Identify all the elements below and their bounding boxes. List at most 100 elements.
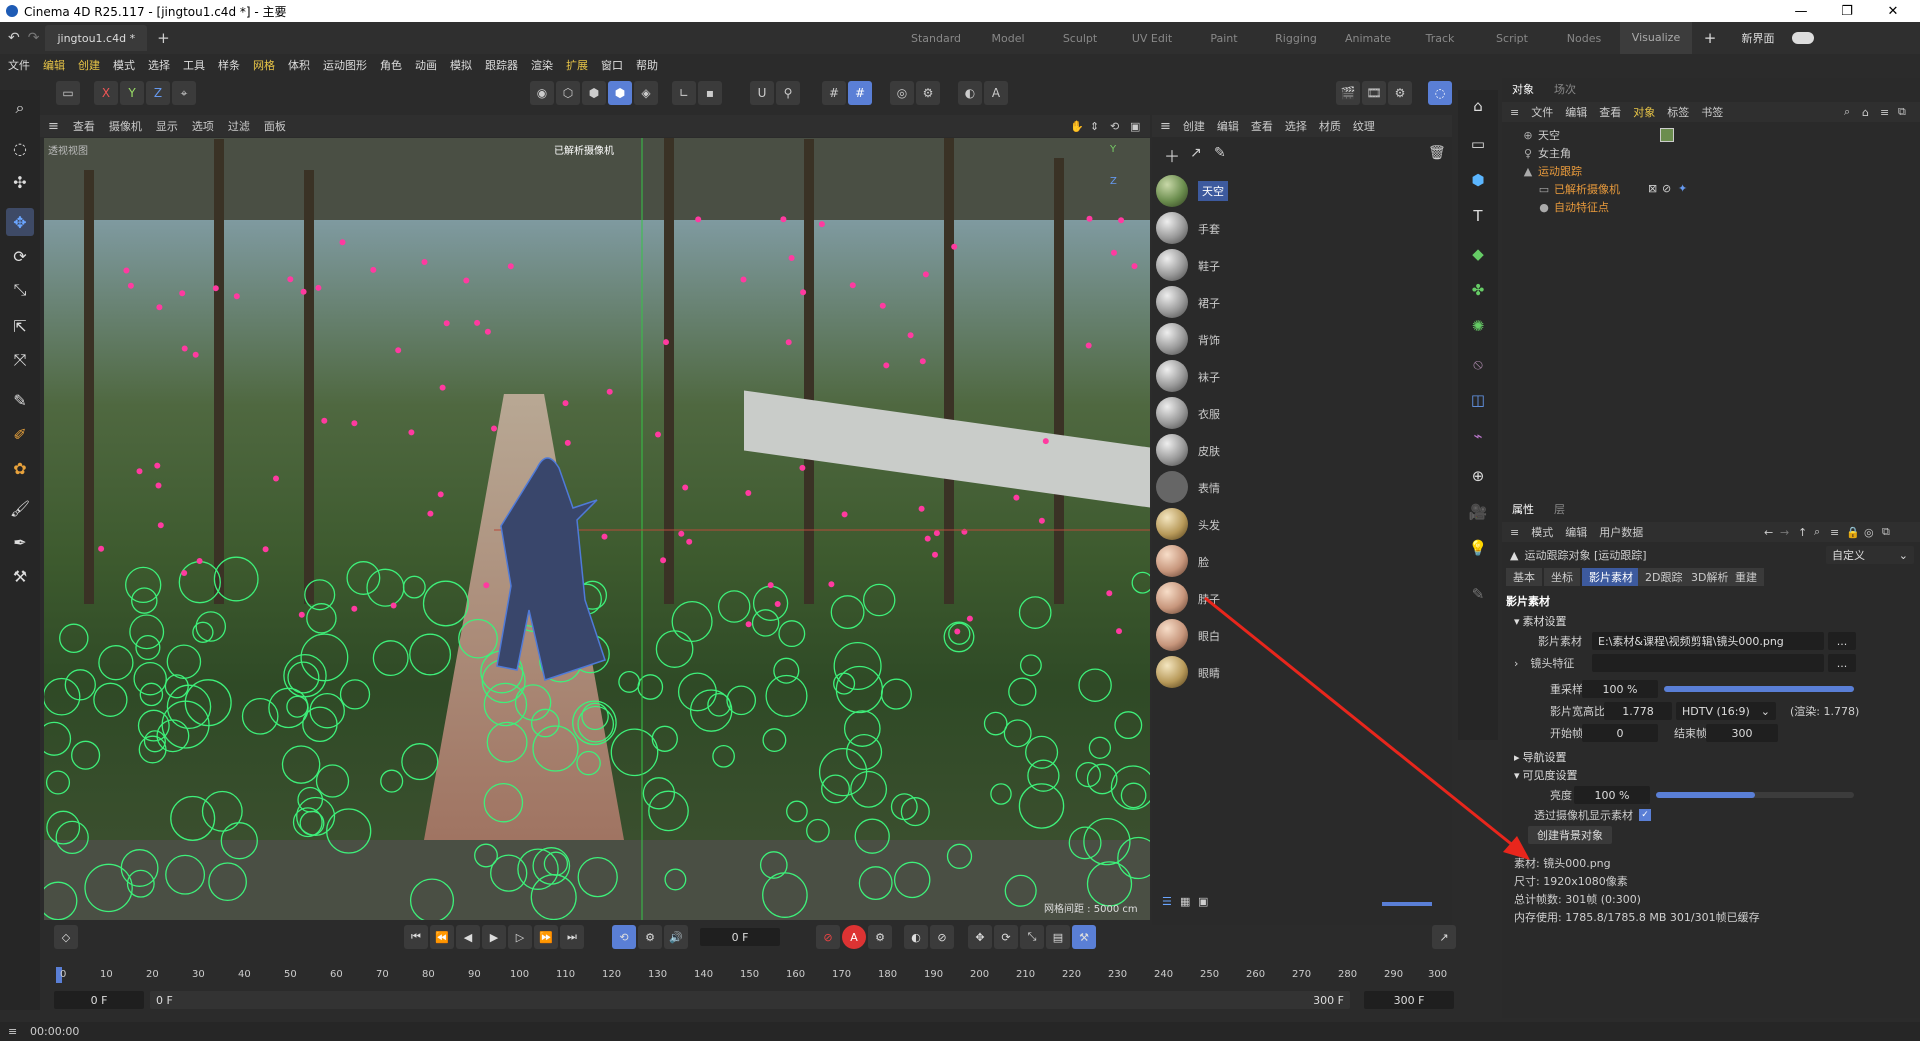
vp-menu-view[interactable]: 查看 <box>73 118 95 134</box>
param-key-icon[interactable]: ▤ <box>1046 925 1070 949</box>
subdivision-icon[interactable]: ◆ <box>1464 240 1492 268</box>
layout-nodes[interactable]: Nodes <box>1548 32 1620 45</box>
material-item[interactable]: 手套 <box>1154 210 1220 246</box>
character-model[interactable] <box>496 457 606 681</box>
layout-visualize[interactable]: Visualize <box>1620 22 1692 54</box>
subtab-footage[interactable]: 影片素材 <box>1582 568 1640 586</box>
resample-field[interactable]: 100 % <box>1582 680 1658 698</box>
aspect-field[interactable]: 1.778 <box>1604 702 1672 720</box>
lens-field[interactable] <box>1592 654 1824 672</box>
redo-icon[interactable]: ↷ <box>28 30 40 46</box>
home-icon[interactable]: ⌂ <box>1862 106 1869 119</box>
x-axis-lock-icon[interactable]: X <box>94 81 118 105</box>
field-icon[interactable]: ◫ <box>1464 386 1492 414</box>
attr-menu-mode[interactable]: 模式 <box>1531 524 1553 540</box>
arrow-icon[interactable]: ↗ <box>1190 145 1202 161</box>
back-icon[interactable]: ← <box>1764 526 1773 539</box>
object-row[interactable]: ⊕ 天空 <box>1522 126 1560 144</box>
resample-slider[interactable] <box>1664 686 1854 692</box>
layout-sculpt[interactable]: Sculpt <box>1044 32 1116 45</box>
group-navigation[interactable]: ▸ 导航设置 <box>1514 748 1567 766</box>
compositing-tag-icon[interactable]: ⊠ <box>1648 182 1657 195</box>
aspect-select[interactable]: HDTV (16:9) ⌄ <box>1676 702 1776 720</box>
tag-icon[interactable]: ✎ <box>1464 580 1492 608</box>
y-axis-lock-icon[interactable]: Y <box>120 81 144 105</box>
enable-axis-icon[interactable]: ∟ <box>672 81 696 105</box>
material-item[interactable]: 袜子 <box>1154 358 1220 394</box>
edges-mode-icon[interactable]: ⬡ <box>556 81 580 105</box>
search-icon[interactable]: ⌕ <box>6 94 34 122</box>
layout-animate[interactable]: Animate <box>1332 32 1404 45</box>
footage-path-field[interactable]: E:\素材&课程\视频剪辑\镜头000.png <box>1592 632 1824 650</box>
mat-menu-select[interactable]: 选择 <box>1285 118 1307 134</box>
grid-snap-icon[interactable]: # <box>848 81 872 105</box>
render-region-icon[interactable]: ◎ <box>890 81 914 105</box>
menu-character[interactable]: 角色 <box>380 57 402 73</box>
timeline-expand-icon[interactable]: ↗ <box>1432 925 1456 949</box>
document-tab[interactable]: jingtou1.c4d * <box>45 25 148 51</box>
start-frame-field[interactable]: 0 <box>1582 724 1658 742</box>
mat-menu-edit[interactable]: 编辑 <box>1217 118 1239 134</box>
record-icon[interactable]: ⊘ <box>816 925 840 949</box>
go-to-end-icon[interactable]: ⏭ <box>560 925 584 949</box>
maximize-view-icon[interactable]: ▣ <box>1130 120 1140 133</box>
polygons-mode-icon[interactable]: ⬢ <box>582 81 606 105</box>
menu-select[interactable]: 选择 <box>148 57 170 73</box>
keyframe-mode-icon[interactable]: ◐ <box>904 925 928 949</box>
autokey-icon[interactable]: A <box>842 925 866 949</box>
orbit-icon[interactable]: ⟲ <box>1110 120 1119 133</box>
zoom-slider[interactable] <box>1382 902 1432 906</box>
hamburger-icon[interactable]: ≡ <box>8 1025 17 1038</box>
key-settings-icon[interactable]: ⚙ <box>868 925 892 949</box>
target-icon[interactable]: ◎ <box>1864 526 1874 539</box>
close-button[interactable]: ✕ <box>1870 0 1916 22</box>
material-item[interactable]: 裙子 <box>1154 284 1220 320</box>
light-icon[interactable]: 💡 <box>1464 534 1492 562</box>
paint-brush-icon[interactable]: 🖌 <box>6 494 34 522</box>
layout-paint[interactable]: Paint <box>1188 32 1260 45</box>
loop-icon[interactable]: ⟲ <box>612 925 636 949</box>
asset-icon[interactable]: A <box>984 81 1008 105</box>
workplane-icon[interactable]: ▪ <box>698 81 722 105</box>
material-item[interactable]: 衣服 <box>1154 395 1220 431</box>
sound-icon[interactable]: 🔊 <box>664 925 688 949</box>
subtab-coordinates[interactable]: 坐标 <box>1544 568 1580 586</box>
menu-volume[interactable]: 体积 <box>288 57 310 73</box>
list-view-icon[interactable]: ☰ <box>1162 895 1172 908</box>
scale-key-icon[interactable]: ⤡ <box>1020 925 1044 949</box>
brush-icon[interactable]: ✿ <box>6 454 34 482</box>
preset-dropdown[interactable]: 自定义 ⌄ <box>1826 546 1914 564</box>
z-axis-lock-icon[interactable]: Z <box>146 81 170 105</box>
brightness-slider[interactable] <box>1656 792 1854 798</box>
spline-pen-icon[interactable]: ✎ <box>6 386 34 414</box>
new-window-icon[interactable]: ⧉ <box>1882 525 1890 539</box>
add-tab-button[interactable]: + <box>157 29 170 47</box>
object-mode-icon[interactable]: ◈ <box>634 81 658 105</box>
menu-extensions[interactable]: 扩展 <box>566 57 588 73</box>
object-row[interactable]: ● 自动特征点 <box>1538 198 1609 216</box>
rectangle-icon[interactable]: ▭ <box>1464 130 1492 158</box>
menu-tools[interactable]: 工具 <box>183 57 205 73</box>
lens-row[interactable]: › 镜头特征 <box>1514 654 1574 672</box>
vp-menu-cameras[interactable]: 摄像机 <box>109 118 142 134</box>
pla-key-icon[interactable]: ⚒ <box>1072 925 1096 949</box>
model-mode-icon[interactable]: ⬢ <box>608 81 632 105</box>
render-view-icon[interactable]: 🎬 <box>1336 81 1360 105</box>
mat-menu-material[interactable]: 材质 <box>1319 118 1341 134</box>
hamburger-icon[interactable]: ≡ <box>48 119 59 134</box>
pen-icon[interactable]: ✒ <box>6 528 34 556</box>
obj-menu-file[interactable]: 文件 <box>1531 104 1553 120</box>
constraint-tag-icon[interactable]: ✦ <box>1678 182 1687 195</box>
forward-icon[interactable]: → <box>1780 526 1789 539</box>
menu-mesh[interactable]: 网格 <box>253 57 275 73</box>
subtab-basic[interactable]: 基本 <box>1506 568 1542 586</box>
menu-spline[interactable]: 样条 <box>218 57 240 73</box>
menu-edit[interactable]: 编辑 <box>43 57 65 73</box>
layout-model[interactable]: Model <box>972 32 1044 45</box>
menu-simulate[interactable]: 模拟 <box>450 57 472 73</box>
select-tool-icon[interactable]: ✣ <box>6 168 34 196</box>
new-ui-label[interactable]: 新界面 <box>1728 30 1788 46</box>
redshift-icon[interactable]: ◌ <box>1428 81 1452 105</box>
obj-menu-bookmarks[interactable]: 书签 <box>1701 104 1723 120</box>
menu-file[interactable]: 文件 <box>8 57 30 73</box>
